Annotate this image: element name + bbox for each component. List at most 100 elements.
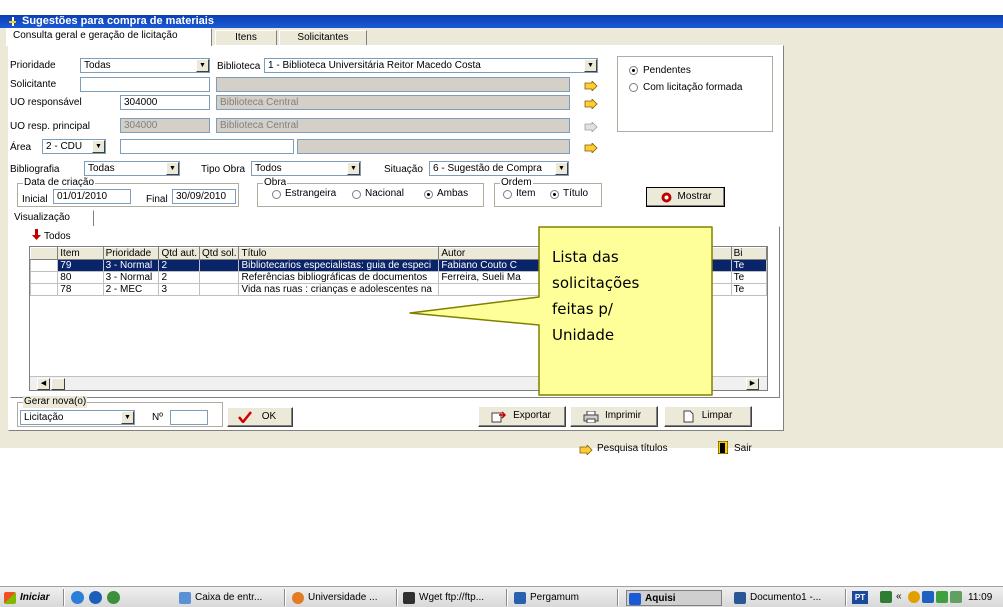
mail-icon bbox=[179, 592, 191, 604]
bibliografia-value: Todas bbox=[88, 163, 115, 174]
radio-item-label: Item bbox=[516, 188, 536, 199]
app-icon bbox=[9, 17, 16, 26]
tray-icon[interactable] bbox=[922, 591, 934, 603]
scroll-left-icon[interactable]: ◀ bbox=[37, 378, 50, 390]
radio-pendentes[interactable] bbox=[629, 66, 638, 75]
radio-pendentes-label: Pendentes bbox=[643, 65, 691, 76]
lookup-arrow-icon[interactable] bbox=[584, 143, 598, 153]
chevron-down-icon[interactable]: ▼ bbox=[121, 411, 134, 424]
checkmark-icon bbox=[238, 411, 252, 423]
bibliografia-select[interactable]: Todas ▼ bbox=[84, 161, 180, 176]
sair-link[interactable]: Sair bbox=[734, 443, 752, 455]
window-title: Sugestões para compra de materiais bbox=[22, 15, 214, 27]
solicitante-input[interactable] bbox=[80, 77, 210, 92]
taskbar-item-wget[interactable]: Wget ftp://ftp... bbox=[401, 590, 484, 606]
prioridade-select[interactable]: Todas ▼ bbox=[80, 58, 210, 73]
desktop-icon[interactable] bbox=[89, 591, 102, 604]
area-select[interactable]: 2 - CDU ▼ bbox=[42, 139, 106, 154]
cell-bi: Te bbox=[730, 283, 767, 296]
ie-icon[interactable] bbox=[71, 591, 84, 604]
chevron-down-icon[interactable]: ▼ bbox=[166, 162, 179, 175]
tipo-obra-value: Todos bbox=[255, 163, 282, 174]
chevron-down-icon[interactable]: ▼ bbox=[196, 59, 209, 72]
taskbar-item-universidade[interactable]: Universidade ... bbox=[290, 590, 377, 606]
lookup-arrow-icon[interactable] bbox=[584, 81, 598, 91]
obra-title: Obra bbox=[263, 177, 288, 189]
tray-icon[interactable] bbox=[908, 591, 920, 603]
area-value: 2 - CDU bbox=[46, 141, 83, 152]
taskbar-item-pergamum[interactable]: Pergamum bbox=[512, 590, 579, 606]
imprimir-button[interactable]: Imprimir bbox=[570, 406, 658, 427]
biblioteca-select[interactable]: 1 - Biblioteca Universitária Reitor Mace… bbox=[264, 58, 598, 73]
tab-itens[interactable]: Itens bbox=[215, 30, 277, 45]
radio-titulo[interactable] bbox=[550, 190, 559, 199]
lookup-arrow-icon-disabled bbox=[584, 122, 598, 132]
prioridade-label: Prioridade bbox=[10, 60, 56, 71]
window-title-bar[interactable]: Sugestões para compra de materiais bbox=[0, 15, 1003, 28]
taskbar-separator bbox=[506, 589, 508, 606]
uo-input[interactable]: 304000 bbox=[120, 95, 210, 110]
limpar-button[interactable]: Limpar bbox=[664, 406, 752, 427]
radio-ambas-label: Ambas bbox=[437, 188, 469, 199]
column-header-item[interactable]: Item bbox=[57, 247, 104, 260]
chevron-down-icon[interactable]: ▼ bbox=[92, 140, 105, 153]
chevron-down-icon[interactable]: ▼ bbox=[555, 162, 568, 175]
radio-ambas[interactable] bbox=[424, 190, 433, 199]
tab-solicitantes[interactable]: Solicitantes bbox=[279, 30, 367, 45]
uo-label: UO responsável bbox=[10, 97, 82, 108]
mostrar-button[interactable]: Mostrar bbox=[646, 187, 725, 207]
row-indicator bbox=[30, 259, 59, 272]
media-icon[interactable] bbox=[107, 591, 120, 604]
network-icon[interactable] bbox=[936, 591, 948, 603]
taskbar-item-label: Aquisi bbox=[645, 593, 676, 604]
tray-icon[interactable] bbox=[880, 591, 892, 603]
numero-input[interactable] bbox=[170, 410, 208, 425]
radio-com-licitacao-label: Com licitação formada bbox=[643, 82, 743, 93]
radio-nacional[interactable] bbox=[352, 190, 361, 199]
chevron-left-icon[interactable]: « bbox=[896, 590, 902, 604]
final-label: Final bbox=[146, 194, 168, 205]
ok-button[interactable]: OK bbox=[227, 407, 293, 427]
scroll-right-icon[interactable]: ▶ bbox=[746, 378, 759, 390]
pergamum-icon bbox=[514, 592, 526, 604]
chevron-down-icon[interactable]: ▼ bbox=[347, 162, 360, 175]
tray-icon[interactable] bbox=[950, 591, 962, 603]
pesquisa-titulos-link[interactable]: Pesquisa títulos bbox=[597, 443, 668, 455]
radio-titulo-label: Título bbox=[563, 188, 589, 199]
area-code-input[interactable] bbox=[120, 139, 294, 154]
radio-estrangeira[interactable] bbox=[272, 190, 281, 199]
column-header-qtd-sol[interactable]: Qtd sol. bbox=[199, 247, 240, 260]
cell-qtd-aut: 2 bbox=[158, 259, 201, 272]
gerar-select[interactable]: Licitação ▼ bbox=[20, 410, 135, 425]
lookup-arrow-icon[interactable] bbox=[584, 99, 598, 109]
inicial-date-input[interactable]: 01/01/2010 bbox=[53, 189, 131, 204]
arrow-down-icon bbox=[32, 229, 41, 240]
language-indicator[interactable]: PT bbox=[852, 591, 868, 604]
column-header-bi[interactable]: Bi bbox=[730, 247, 767, 260]
start-button[interactable]: Iniciar bbox=[2, 590, 49, 606]
tab-visualizacao[interactable]: Visualização bbox=[10, 210, 94, 226]
cell-qtd-sol bbox=[199, 259, 240, 272]
taskbar-item-aquisi[interactable]: Aquisi bbox=[626, 590, 722, 606]
taskbar-item-documento[interactable]: Documento1 -... bbox=[732, 590, 821, 606]
taskbar-item-caixa[interactable]: Caixa de entr... bbox=[177, 590, 262, 606]
final-date-input[interactable]: 30/09/2010 bbox=[172, 189, 236, 204]
chevron-down-icon[interactable]: ▼ bbox=[584, 59, 597, 72]
prioridade-value: Todas bbox=[84, 60, 111, 71]
cell-qtd-aut: 3 bbox=[158, 283, 201, 296]
clock[interactable]: 11:09 bbox=[968, 591, 992, 605]
exportar-button[interactable]: Exportar bbox=[478, 406, 566, 427]
column-header-qtd-aut[interactable]: Qtd aut. bbox=[158, 247, 201, 260]
column-header-prioridade[interactable]: Prioridade bbox=[102, 247, 160, 260]
tipo-obra-select[interactable]: Todos ▼ bbox=[251, 161, 361, 176]
gerar-title: Gerar nova(o) bbox=[23, 396, 88, 408]
uo-desc-field: Biblioteca Central bbox=[216, 95, 570, 110]
tab-consulta-geral[interactable]: Consulta geral e geração de licitação bbox=[6, 28, 212, 46]
scroll-thumb[interactable] bbox=[51, 378, 65, 390]
row-indicator bbox=[30, 271, 59, 284]
numero-label: Nº bbox=[152, 412, 163, 423]
situacao-select[interactable]: 6 - Sugestão de Compra ▼ bbox=[429, 161, 569, 176]
radio-item[interactable] bbox=[503, 190, 512, 199]
radio-com-licitacao[interactable] bbox=[629, 83, 638, 92]
inicial-label: Inicial bbox=[22, 194, 48, 205]
